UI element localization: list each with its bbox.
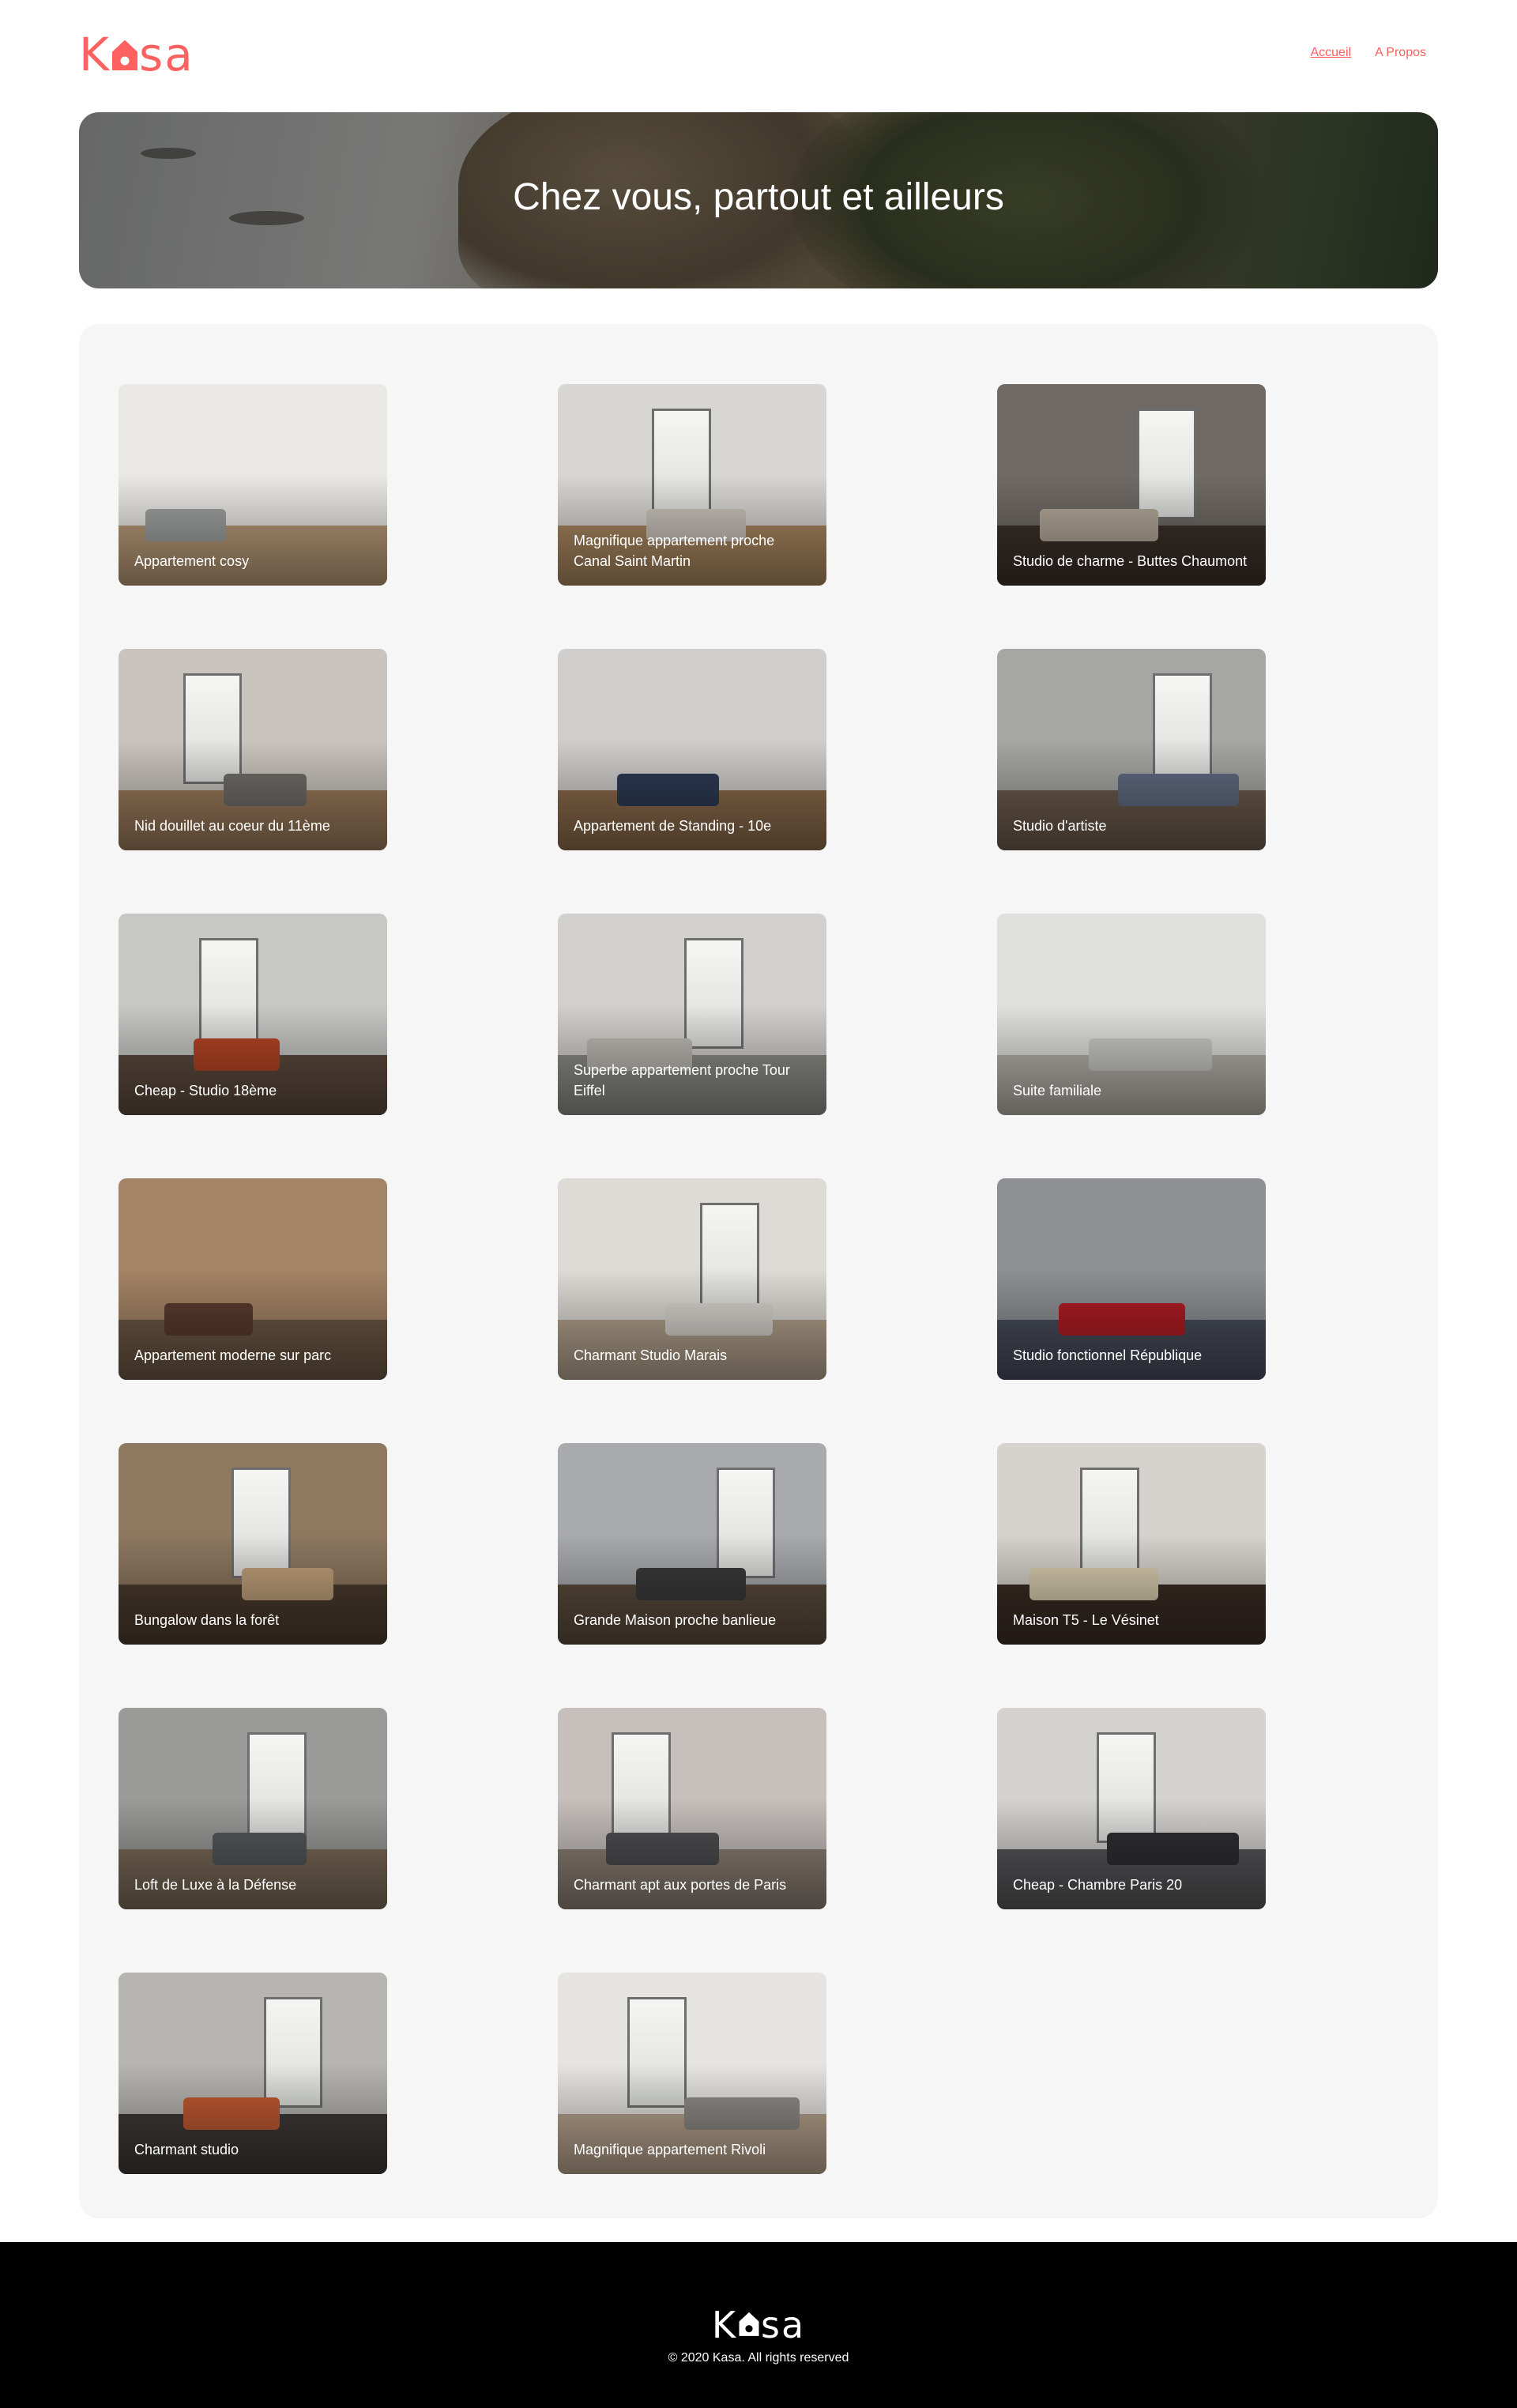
listing-card[interactable]: Nid douillet au coeur du 11ème bbox=[119, 649, 387, 850]
listing-card[interactable]: Suite familiale bbox=[997, 914, 1266, 1115]
listing-card[interactable]: Appartement moderne sur parc bbox=[119, 1178, 387, 1380]
listing-title: Magnifique appartement proche Canal Sain… bbox=[574, 533, 775, 569]
banner-title: Chez vous, partout et ailleurs bbox=[513, 176, 1004, 218]
listing-card[interactable]: Cheap - Chambre Paris 20 bbox=[997, 1708, 1266, 1909]
listings-gallery: Appartement cosy Magnifique appartement p… bbox=[79, 324, 1438, 2218]
listing-card[interactable]: Studio d'artiste bbox=[997, 649, 1266, 850]
listing-title: Appartement moderne sur parc bbox=[134, 1347, 332, 1363]
nav-link-a-propos[interactable]: A Propos bbox=[1375, 46, 1426, 60]
listing-title: Charmant studio bbox=[134, 2142, 239, 2157]
footer-logo: K sa bbox=[0, 2307, 1517, 2343]
listing-title: Cheap - Studio 18ème bbox=[134, 1083, 277, 1098]
listing-card[interactable]: Magnifique appartement Rivoli bbox=[558, 1973, 826, 2174]
main-nav: Accueil A Propos bbox=[1310, 46, 1426, 60]
listing-card[interactable]: Charmant studio bbox=[119, 1973, 387, 2174]
nav-link-accueil[interactable]: Accueil bbox=[1310, 46, 1351, 60]
footer-logo-letter-k: K bbox=[711, 2304, 737, 2346]
listing-title: Nid douillet au coeur du 11ème bbox=[134, 818, 330, 834]
listing-card[interactable]: Charmant apt aux portes de Paris bbox=[558, 1708, 826, 1909]
listing-card[interactable]: Studio fonctionnel République bbox=[997, 1178, 1266, 1380]
listing-card[interactable]: Cheap - Studio 18ème bbox=[119, 914, 387, 1115]
listing-card[interactable]: Superbe appartement proche Tour Eiffel bbox=[558, 914, 826, 1115]
listing-title: Suite familiale bbox=[1013, 1083, 1102, 1098]
listing-card[interactable]: Appartement de Standing - 10e bbox=[558, 649, 826, 850]
listing-title: Cheap - Chambre Paris 20 bbox=[1013, 1877, 1183, 1893]
listing-title: Grande Maison proche banlieue bbox=[574, 1612, 777, 1628]
house-icon bbox=[739, 2312, 759, 2336]
site-footer: K sa © 2020 Kasa. All rights reserved bbox=[0, 2242, 1517, 2408]
listing-card[interactable]: Magnifique appartement proche Canal Sain… bbox=[558, 384, 826, 586]
logo-letter-k: K bbox=[79, 28, 111, 81]
kasa-logo[interactable]: K sa bbox=[79, 32, 194, 77]
house-icon bbox=[112, 40, 138, 70]
site-header: K sa Accueil A Propos bbox=[79, 32, 1438, 77]
listing-title: Bungalow dans la forêt bbox=[134, 1612, 280, 1628]
listing-title: Maison T5 - Le Vésinet bbox=[1013, 1612, 1159, 1628]
listing-title: Charmant apt aux portes de Paris bbox=[574, 1877, 787, 1893]
listing-title: Studio fonctionnel République bbox=[1013, 1347, 1203, 1363]
hero-banner: Chez vous, partout et ailleurs bbox=[79, 112, 1438, 288]
listing-title: Loft de Luxe à la Défense bbox=[134, 1877, 297, 1893]
listing-title: Charmant Studio Marais bbox=[574, 1347, 728, 1363]
listing-title: Appartement cosy bbox=[134, 553, 250, 569]
listing-card[interactable]: Charmant Studio Marais bbox=[558, 1178, 826, 1380]
footer-logo-letters-sa: sa bbox=[761, 2304, 806, 2346]
listing-card[interactable]: Loft de Luxe à la Défense bbox=[119, 1708, 387, 1909]
listing-card[interactable]: Appartement cosy bbox=[119, 384, 387, 586]
listing-title: Appartement de Standing - 10e bbox=[574, 818, 772, 834]
listing-title: Superbe appartement proche Tour Eiffel bbox=[574, 1062, 790, 1098]
footer-copyright: © 2020 Kasa. All rights reserved bbox=[668, 2351, 849, 2365]
listing-card[interactable]: Grande Maison proche banlieue bbox=[558, 1443, 826, 1645]
listing-title: Studio d'artiste bbox=[1013, 818, 1107, 834]
listing-card[interactable]: Studio de charme - Buttes Chaumont bbox=[997, 384, 1266, 586]
listing-card[interactable]: Bungalow dans la forêt bbox=[119, 1443, 387, 1645]
listing-title: Studio de charme - Buttes Chaumont bbox=[1013, 553, 1248, 569]
listing-card[interactable]: Maison T5 - Le Vésinet bbox=[997, 1443, 1266, 1645]
logo-letters-sa: sa bbox=[139, 28, 194, 81]
listing-title: Magnifique appartement Rivoli bbox=[574, 2142, 766, 2157]
